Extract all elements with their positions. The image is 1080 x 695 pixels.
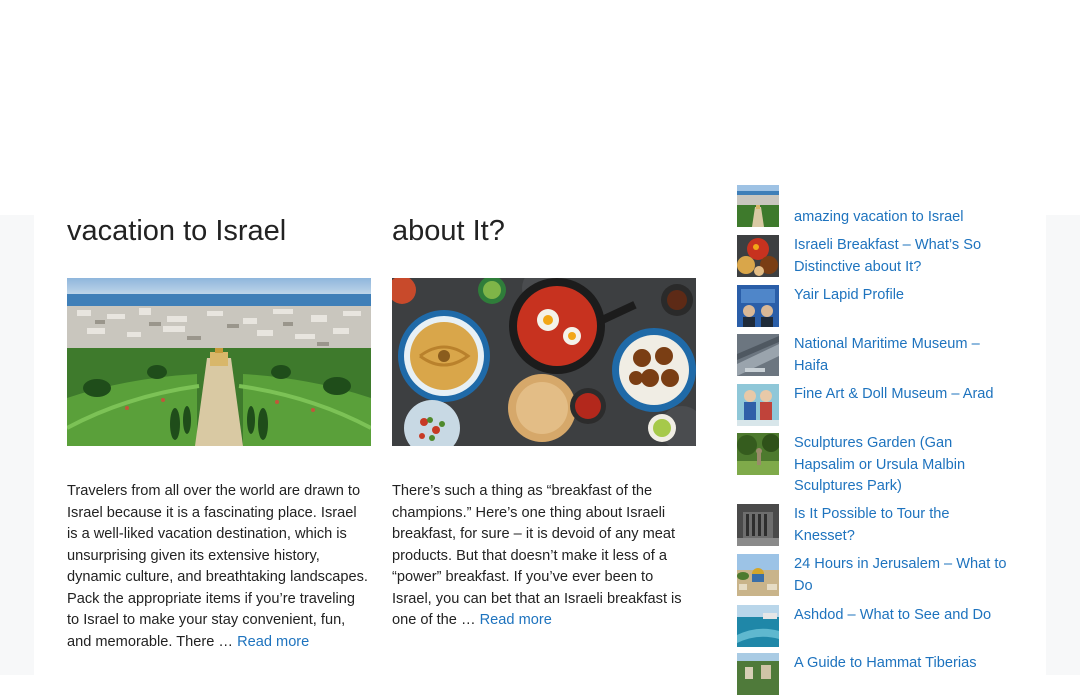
recent-post-link[interactable]: Ashdod – What to See and Do <box>794 605 1014 627</box>
recent-post-link[interactable]: amazing vacation to Israel <box>794 207 1014 229</box>
knesset-thumb[interactable] <box>737 504 779 546</box>
recent-post-link[interactable]: Is It Possible to Tour the Knesset? <box>794 504 1014 547</box>
post-title[interactable]: vacation to Israel <box>67 212 286 250</box>
recent-post-link[interactable]: A Guide to Hammat Tiberias <box>794 653 1014 675</box>
maritime-museum-thumb[interactable] <box>737 334 779 376</box>
recent-post-link[interactable]: 24 Hours in Jerusalem – What to Do <box>794 554 1014 597</box>
tiberias-thumb[interactable] <box>737 653 779 695</box>
ashdod-thumb[interactable] <box>737 605 779 647</box>
post-excerpt: Travelers from all over the world are dr… <box>67 481 371 653</box>
haifa-thumb[interactable] <box>737 185 779 227</box>
doll-museum-thumb[interactable] <box>737 384 779 426</box>
breakfast-thumb[interactable] <box>737 235 779 277</box>
recent-post-link[interactable]: Fine Art & Doll Museum – Arad <box>794 384 1014 406</box>
read-more-link[interactable]: Read more <box>237 634 309 650</box>
jerusalem-thumb[interactable] <box>737 554 779 596</box>
haifa-bahai-gardens-photo[interactable] <box>67 278 371 446</box>
recent-post-link[interactable]: National Maritime Museum – Haifa <box>794 334 1014 377</box>
recent-post-link[interactable]: Sculptures Garden (Gan Hapsalim or Ursul… <box>794 433 1014 498</box>
sculpture-garden-thumb[interactable] <box>737 433 779 475</box>
read-more-link[interactable]: Read more <box>480 612 552 628</box>
post-excerpt-text: Travelers from all over the world are dr… <box>67 483 368 650</box>
post-excerpt: There’s such a thing as “breakfast of th… <box>392 481 696 632</box>
recent-post-link[interactable]: Israeli Breakfast – What’s So Distinctiv… <box>794 235 1014 278</box>
recent-post-link[interactable]: Yair Lapid Profile <box>794 285 1014 307</box>
post-title[interactable]: about It? <box>392 212 505 250</box>
israeli-breakfast-spread-photo[interactable] <box>392 278 696 446</box>
post-excerpt-text: There’s such a thing as “breakfast of th… <box>392 483 682 628</box>
lapid-thumb[interactable] <box>737 285 779 327</box>
